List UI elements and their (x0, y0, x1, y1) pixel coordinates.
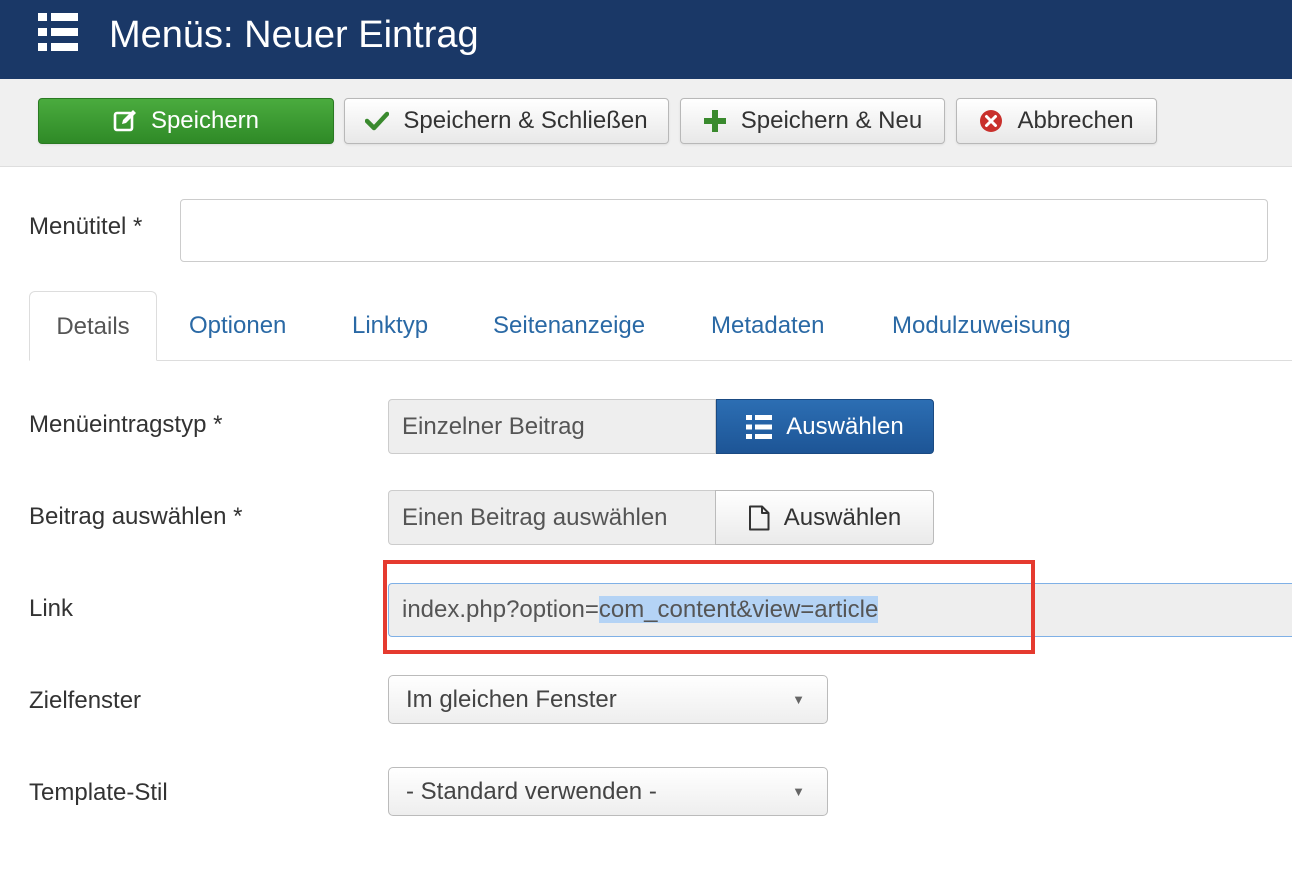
checkmark-icon (365, 111, 390, 131)
tab-page-display[interactable]: Seitenanzeige (493, 291, 645, 361)
save-new-button[interactable]: Speichern & Neu (680, 98, 945, 144)
page-title: Menüs: Neuer Eintrag (109, 14, 479, 56)
dropdown-arrow-icon: ▼ (792, 692, 805, 707)
article-select-label: Beitrag auswählen * (29, 503, 243, 530)
cancel-button[interactable]: Abbrechen (956, 98, 1157, 144)
article-field: Einen Beitrag auswählen (388, 490, 716, 545)
tab-metadata[interactable]: Metadaten (711, 291, 824, 361)
target-window-label: Zielfenster (29, 687, 142, 714)
list-icon (38, 13, 78, 51)
link-label: Link (29, 595, 74, 622)
list-icon (746, 414, 773, 439)
save-close-button-label: Speichern & Schließen (403, 107, 648, 134)
select-menu-item-type-label: Auswählen (786, 412, 904, 440)
save-button-label: Speichern (150, 107, 260, 134)
template-style-label: Template-Stil (29, 779, 168, 806)
tab-details[interactable]: Details (29, 291, 157, 361)
page-header: Menüs: Neuer Eintrag (0, 0, 1292, 79)
save-button[interactable]: Speichern (38, 98, 334, 144)
save-new-button-label: Speichern & Neu (740, 107, 923, 134)
menu-item-type-label: Menüeintragstyp * (29, 411, 223, 438)
menu-item-type-field: Einzelner Beitrag (388, 399, 716, 454)
select-menu-item-type-button[interactable]: Auswählen (716, 399, 934, 454)
menu-title-input[interactable] (180, 199, 1268, 262)
select-article-button-label: Auswählen (783, 503, 902, 531)
file-icon (748, 505, 770, 530)
tab-link-type[interactable]: Linktyp (352, 291, 428, 361)
cancel-button-label: Abbrechen (1017, 107, 1134, 134)
tab-module-assignment[interactable]: Modulzuweisung (892, 291, 1071, 361)
template-style-select[interactable]: - Standard verwenden - ▼ (388, 767, 828, 816)
dropdown-arrow-icon: ▼ (792, 784, 805, 799)
menu-title-label: Menütitel * (29, 213, 143, 240)
tab-options[interactable]: Optionen (189, 291, 286, 361)
edit-icon (113, 110, 136, 132)
highlight-annotation-box (383, 560, 1035, 654)
target-window-value: Im gleichen Fenster (406, 686, 617, 713)
template-style-value: - Standard verwenden - (406, 778, 657, 805)
close-circle-icon (980, 110, 1003, 132)
plus-icon (703, 110, 726, 132)
toolbar: Speichern Speichern & Schließen Speicher… (0, 79, 1292, 167)
save-close-button[interactable]: Speichern & Schließen (344, 98, 669, 144)
target-window-select[interactable]: Im gleichen Fenster ▼ (388, 675, 828, 724)
select-article-button[interactable]: Auswählen (715, 490, 934, 545)
